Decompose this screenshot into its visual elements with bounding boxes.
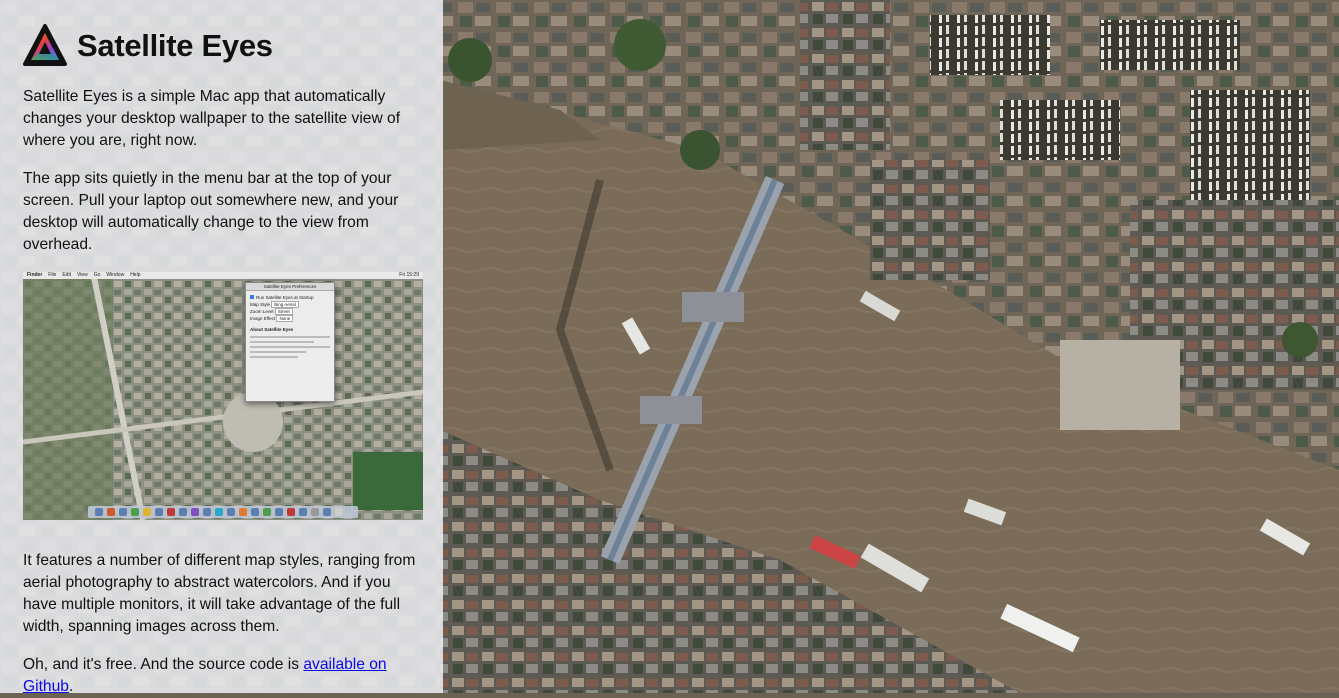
free-text-end: . [68,678,74,695]
map-style-label: Map Style [250,302,271,307]
zoom-level-label: Zoom Level [250,309,274,314]
menubar-item: Edit [62,272,71,278]
startup-checkbox-label: Run Satellite Eyes at Startup [256,295,314,300]
preferences-window: Satellite Eyes Preferences Run Satellite… [245,282,335,402]
triangle-rainbow-logo-icon [23,24,67,66]
screenshot-menubar: Finder File Edit View Go Window Help [27,272,140,279]
menubar-item: Go [93,272,101,278]
title-row: Satellite Eyes [23,24,423,68]
menubar-item: View [76,272,88,278]
menu-bar-paragraph: The app sits quietly in the menu bar at … [23,170,399,253]
info-panel: Satellite Eyes Satellite Eyes is a simpl… [0,0,443,695]
menubar-item: Help [130,272,141,278]
menubar-item: Window [106,272,125,278]
page-title: Satellite Eyes [77,28,273,63]
startup-checkbox [250,295,254,299]
map-styles-paragraph: It features a number of different map st… [23,552,416,635]
app-screenshot: Finder File Edit View Go Window Help Fri… [23,272,423,520]
preferences-title: Satellite Eyes Preferences [246,283,334,291]
free-text: Oh, and it's free. And the source code i… [23,656,304,673]
screenshot-clock: Fri 15:29 [399,272,419,278]
about-heading: About Satellite Eyes [250,327,294,332]
free-paragraph: Oh, and it's free. And the source code i… [23,654,423,698]
menubar-item: Finder [27,272,43,278]
image-effect-select: None [276,315,294,322]
map-style-select: Bing Aerial [271,301,299,308]
zoom-level-select: Street [274,308,293,315]
menubar-item: File [48,272,57,278]
image-effect-label: Image Effect [250,316,276,321]
intro-paragraph: Satellite Eyes is a simple Mac app that … [23,88,401,149]
